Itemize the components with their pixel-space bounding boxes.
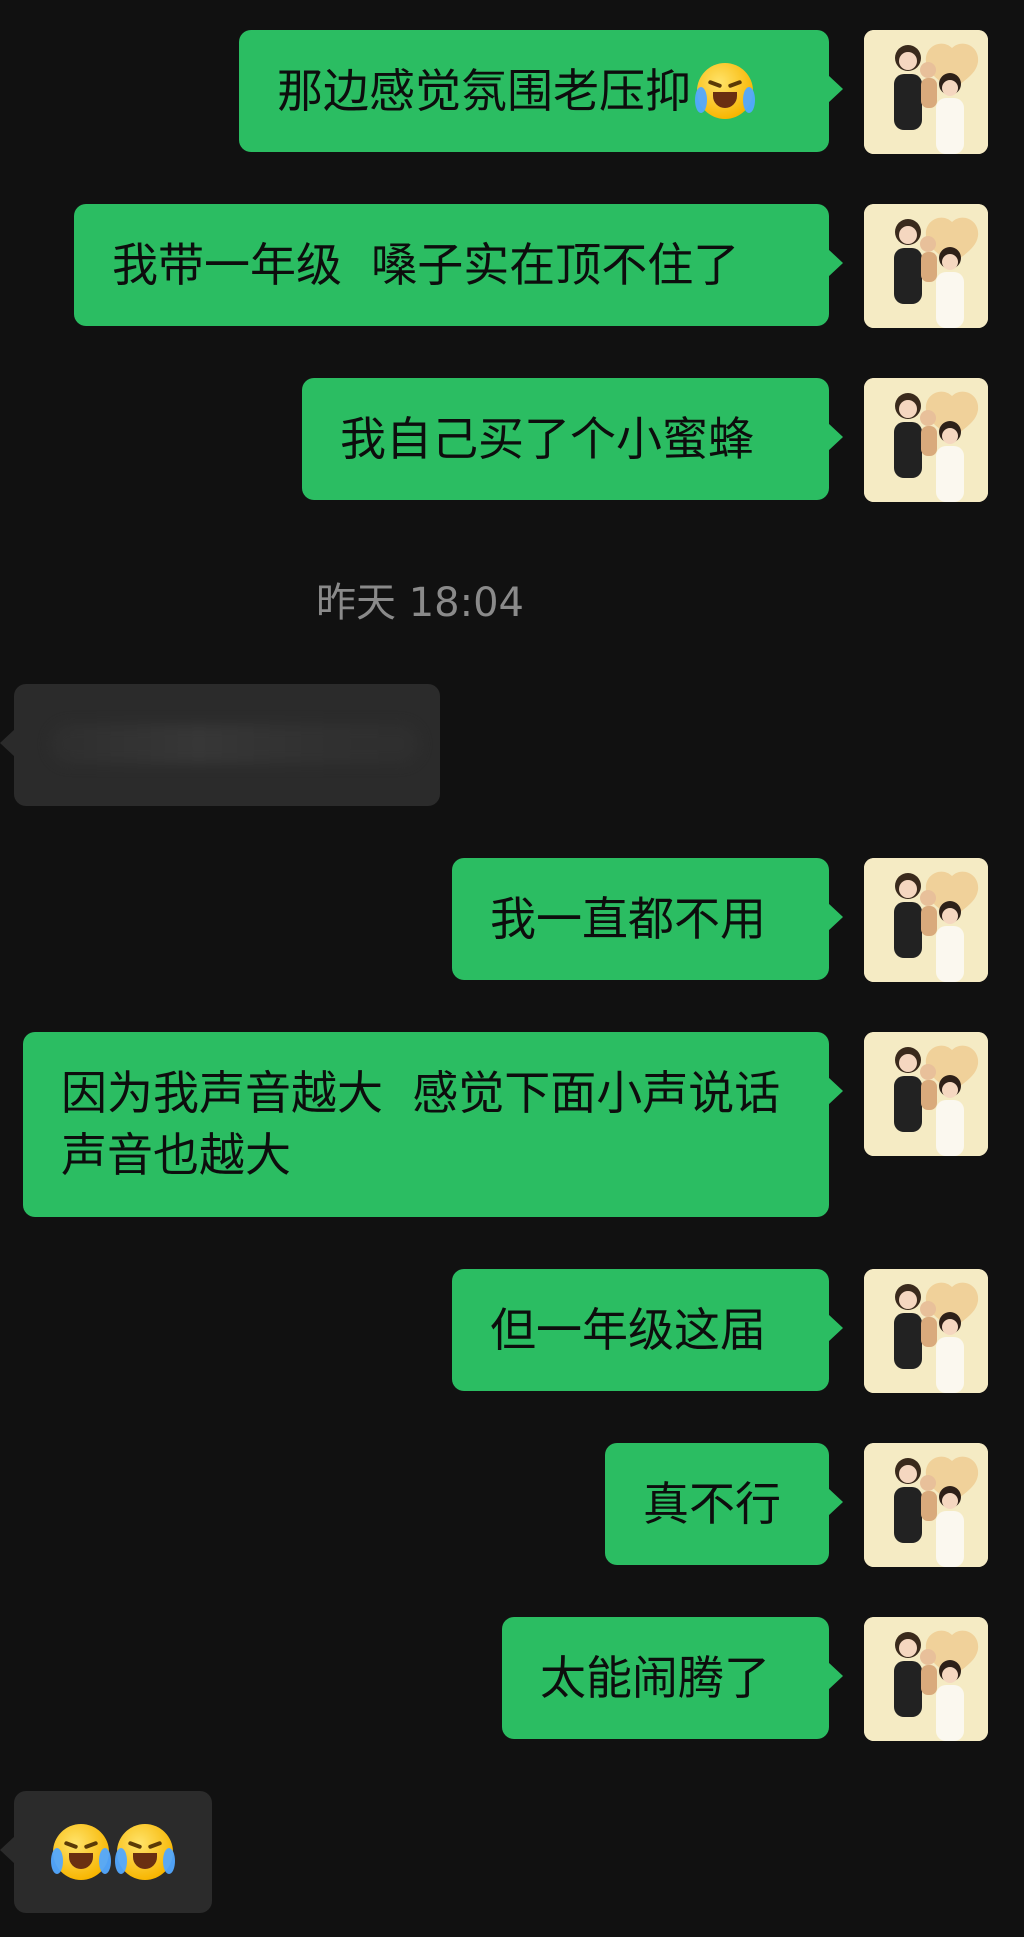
avatar-image (864, 378, 988, 502)
incoming-message-bubble[interactable] (0, 684, 440, 806)
avatar-image (864, 1269, 988, 1393)
outgoing-message-bubble[interactable]: 真不行 (605, 1443, 843, 1565)
crying-laughing-emoji-icon (51, 1824, 111, 1880)
timestamp: 昨天 18:04 (316, 580, 524, 626)
outgoing-message-bubble[interactable]: 我带一年级 嗓子实在顶不住了 (74, 204, 843, 326)
outgoing-message-bubble[interactable]: 我一直都不用 (452, 858, 843, 980)
avatar[interactable] (864, 858, 988, 982)
avatar[interactable] (864, 1269, 988, 1393)
outgoing-message-bubble[interactable]: 那边感觉氛围老压抑 (239, 30, 843, 152)
avatar-image (864, 1032, 988, 1156)
incoming-message-bubble[interactable] (0, 1791, 212, 1913)
message-text: 我一直都不用 (490, 892, 766, 946)
avatar[interactable] (864, 30, 988, 154)
avatar[interactable] (864, 1443, 988, 1567)
message-text: 因为我声音越大 感觉下面小声说话声音也越大 (61, 1066, 781, 1182)
avatar-image (864, 204, 988, 328)
crying-laughing-emoji-icon (695, 63, 755, 119)
outgoing-message-bubble[interactable]: 因为我声音越大 感觉下面小声说话声音也越大 (23, 1032, 843, 1217)
avatar[interactable] (864, 378, 988, 502)
message-text: 但一年级这届 (490, 1303, 766, 1357)
avatar-image (864, 1443, 988, 1567)
message-text: 我带一年级 嗓子实在顶不住了 (112, 238, 740, 292)
avatar[interactable] (864, 1617, 988, 1741)
crying-laughing-emoji-icon (115, 1824, 175, 1880)
avatar-image (864, 30, 988, 154)
outgoing-message-bubble[interactable]: 太能闹腾了 (502, 1617, 843, 1739)
message-text: 我自己买了个小蜜蜂 (340, 412, 754, 466)
avatar-image (864, 858, 988, 982)
message-text: 太能闹腾了 (540, 1651, 770, 1705)
outgoing-message-bubble[interactable]: 我自己买了个小蜜蜂 (302, 378, 843, 500)
avatar-image (864, 1617, 988, 1741)
avatar[interactable] (864, 1032, 988, 1156)
message-text: 那边感觉氛围老压抑 (277, 64, 691, 118)
avatar[interactable] (864, 204, 988, 328)
outgoing-message-bubble[interactable]: 但一年级这届 (452, 1269, 843, 1391)
message-text: 真不行 (643, 1477, 781, 1531)
blurred-message-content (50, 724, 420, 764)
